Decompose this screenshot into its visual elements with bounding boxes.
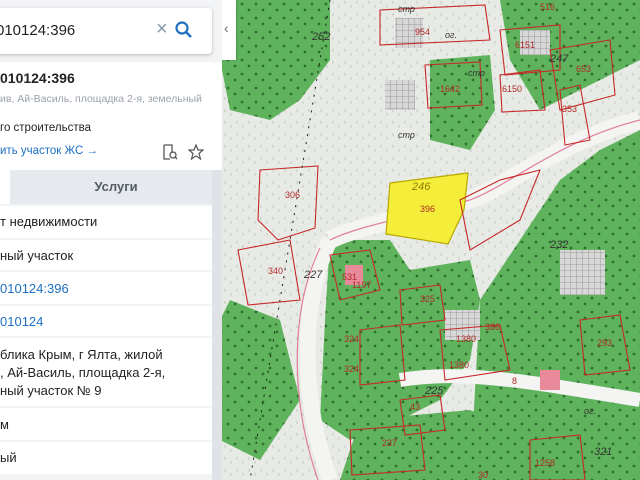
parcel-label: 324 <box>344 334 359 344</box>
parcel-label: 43 <box>410 402 420 412</box>
search-input[interactable]: 010124:396 <box>0 22 75 39</box>
property-kind-row: ный участок <box>0 240 212 270</box>
parcel-label: 8 <box>512 376 517 386</box>
parcel-label: 1380 <box>449 360 469 370</box>
parcel-info: 010124:396 ив, Ай-Василь, площадка 2-я, … <box>0 62 222 170</box>
cadastral-number[interactable]: 010124:396 <box>0 281 69 296</box>
parcel-label: 6150 <box>502 84 522 94</box>
cadastral-number-row[interactable]: 010124:396 <box>0 272 212 304</box>
parcel-title: 010124:396 <box>0 70 75 86</box>
address-line-2: , Ай-Василь, площадка 2-я, <box>0 365 166 380</box>
property-type: т недвижимости <box>0 214 98 229</box>
building-label: стр <box>398 130 415 140</box>
panel-divider <box>212 170 222 480</box>
search-icon[interactable] <box>174 20 194 40</box>
parcel-purpose: го строительства <box>0 122 92 134</box>
parcel-label: 340 <box>268 266 283 276</box>
parcel-label: 306 <box>285 190 300 200</box>
tab-services[interactable]: Услуги <box>10 170 222 204</box>
parcel-label: 1380 <box>456 334 476 344</box>
area-row: м <box>0 408 212 440</box>
parcel-label: 321 <box>594 446 612 458</box>
parcel-label: 653 <box>576 64 591 74</box>
building-label: ог. <box>445 30 457 40</box>
parcel-label: 225 <box>424 385 444 397</box>
clear-icon[interactable]: × <box>156 19 168 39</box>
tab-info[interactable] <box>0 170 10 204</box>
property-kind: ный участок <box>0 248 74 263</box>
cadastral-quarter-row[interactable]: 010124 <box>0 306 212 336</box>
search-box: 010124:396 × <box>0 8 212 54</box>
parcel-label: 246 <box>411 181 431 193</box>
address-line-1: блика Крым, г Ялта, жилой <box>0 347 163 362</box>
status-row: ый <box>0 442 212 474</box>
parcel-label: 227 <box>303 269 323 281</box>
parcel-label: 1642 <box>440 84 460 94</box>
parcel-address: ив, Ай-Василь, площадка 2-я, земельный <box>0 93 202 105</box>
parcel-label: 293 <box>597 338 612 348</box>
property-type-row: т недвижимости <box>0 206 212 238</box>
parcel-label: 954 <box>415 27 430 37</box>
chevron-left-icon: ‹ <box>224 20 229 36</box>
collapse-panel-handle[interactable]: ‹ <box>222 0 236 60</box>
parcel-label: 1258 <box>535 458 555 468</box>
building-label: стр <box>468 68 485 78</box>
parcel-label: 30 <box>478 470 488 480</box>
address-row: блика Крым, г Ялта, жилой , Ай-Василь, п… <box>0 338 212 406</box>
parcel-label: 247 <box>549 53 569 65</box>
check-parcel-link[interactable]: ить участок ЖС → <box>0 145 98 157</box>
building-label: ог. <box>584 406 596 416</box>
tab-bar: Услуги <box>0 170 222 204</box>
parcel-label: 325 <box>420 294 435 304</box>
star-icon[interactable] <box>188 144 204 160</box>
parcel-label: 6151 <box>515 40 535 50</box>
parcel-label: 386 <box>485 322 500 332</box>
document-search-icon[interactable] <box>162 144 178 160</box>
parcel-label: 396 <box>420 204 435 214</box>
parcel-label: 252 <box>311 31 330 43</box>
address-line-3: ный участок № 9 <box>0 383 102 398</box>
parcel-label: 1197 <box>352 280 371 290</box>
parcel-panel: 010124:396 × 010124:396 ив, Ай-Василь, п… <box>0 0 222 480</box>
parcel-label: 353 <box>562 104 577 114</box>
building-label: стр <box>398 4 415 14</box>
cadastral-quarter[interactable]: 010124 <box>0 314 43 329</box>
area-value: м <box>0 417 9 432</box>
parcel-label: 324 <box>344 364 359 374</box>
status-value: ый <box>0 450 17 465</box>
parcel-label: 237 <box>382 438 397 448</box>
parcel-label: 232 <box>549 239 568 251</box>
parcel-label: 516 <box>540 2 555 12</box>
